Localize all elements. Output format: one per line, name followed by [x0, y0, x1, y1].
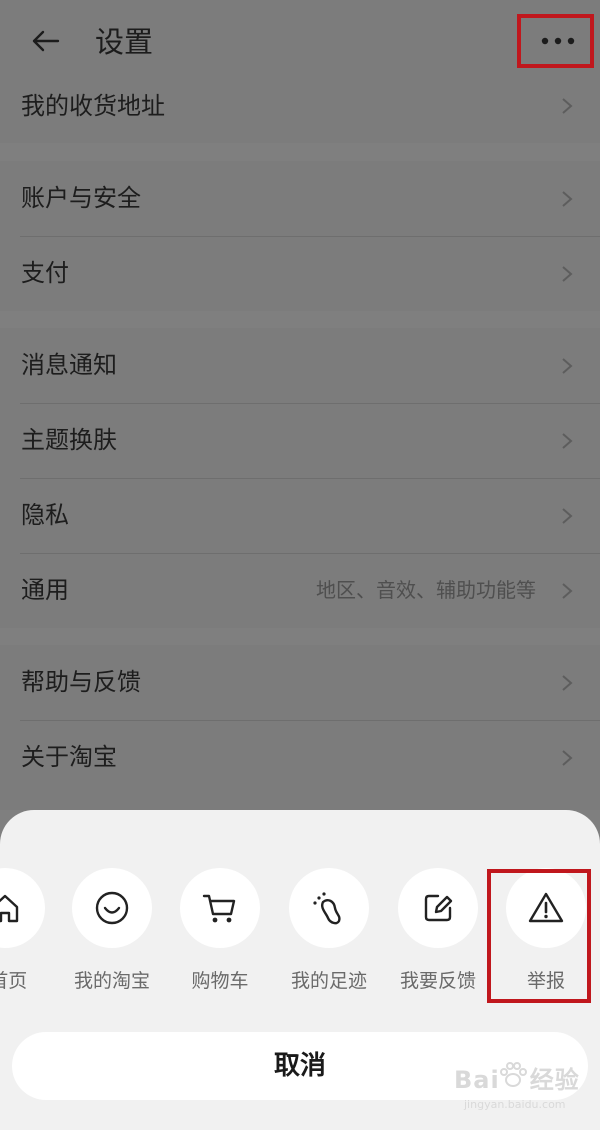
chevron-right-icon [562, 358, 573, 374]
row-label: 主题换肤 [21, 426, 117, 454]
settings-row-theme[interactable]: 主题换肤 [0, 403, 600, 478]
chevron-right-icon [562, 191, 573, 207]
footprint-icon [313, 892, 341, 925]
row-hint: 地区、音效、辅助功能等 [316, 578, 536, 602]
cart-icon [202, 894, 236, 923]
arrow-left-icon[interactable] [28, 24, 62, 58]
icon-circle [289, 868, 369, 948]
chevron-right-icon [562, 433, 573, 449]
settings-row-about[interactable]: 关于淘宝 [0, 720, 600, 795]
settings-row-general[interactable]: 通用 地区、音效、辅助功能等 [0, 553, 600, 628]
paw-logo-icon [500, 1062, 527, 1087]
icon-circle [398, 868, 478, 948]
sheet-item-cart[interactable]: 购物车 [175, 864, 265, 1004]
header-bar: 设置 [0, 0, 600, 80]
chevron-right-icon [562, 266, 573, 282]
watermark: Bai 经验 jingyan.baidu.com [452, 1058, 597, 1126]
chevron-right-icon [562, 750, 573, 766]
report-highlight-box [487, 869, 591, 1003]
settings-row-address[interactable]: 我的收货地址 [0, 70, 600, 143]
home-icon [0, 894, 19, 923]
row-label: 帮助与反馈 [21, 668, 141, 696]
settings-row-privacy[interactable]: 隐私 [0, 478, 600, 553]
edit-icon [424, 894, 453, 922]
icon-circle [72, 868, 152, 948]
row-label: 隐私 [21, 501, 69, 529]
row-label: 账户与安全 [21, 184, 141, 212]
sheet-item-footprint[interactable]: 我的足迹 [284, 864, 374, 1004]
row-label: 我的收货地址 [21, 92, 165, 120]
chevron-right-icon [562, 508, 573, 524]
row-label: 支付 [21, 259, 69, 287]
row-label: 通用 [21, 576, 69, 604]
row-label: 消息通知 [21, 351, 117, 379]
more-dots-icon [541, 37, 575, 45]
settings-group-preferences: 消息通知 主题换肤 隐私 通用 地区、音效、辅助功能等 [0, 328, 600, 628]
settings-row-payment[interactable]: 支付 [0, 236, 600, 311]
sheet-item-feedback[interactable]: 我要反馈 [393, 864, 483, 1004]
settings-group-account: 账户与安全 支付 [0, 161, 600, 311]
page-title: 设置 [95, 25, 154, 59]
more-button[interactable] [517, 14, 594, 68]
settings-row-help-feedback[interactable]: 帮助与反馈 [0, 645, 600, 720]
chevron-right-icon [562, 583, 573, 599]
smile-icon [95, 891, 129, 925]
settings-row-notifications[interactable]: 消息通知 [0, 328, 600, 403]
settings-group-help: 帮助与反馈 关于淘宝 [0, 645, 600, 810]
settings-group-address: 我的收货地址 [0, 70, 600, 143]
chevron-right-icon [562, 675, 573, 691]
settings-row-account-security[interactable]: 账户与安全 [0, 161, 600, 236]
chevron-right-icon [562, 98, 573, 114]
row-label: 关于淘宝 [21, 743, 117, 771]
icon-circle [0, 868, 45, 948]
watermark-url: jingyan.baidu.com [464, 1098, 566, 1111]
sheet-item-my-taobao[interactable]: 我的淘宝 [67, 864, 157, 1004]
icon-circle [180, 868, 260, 948]
sheet-item-home[interactable]: |首页 [0, 864, 50, 1004]
